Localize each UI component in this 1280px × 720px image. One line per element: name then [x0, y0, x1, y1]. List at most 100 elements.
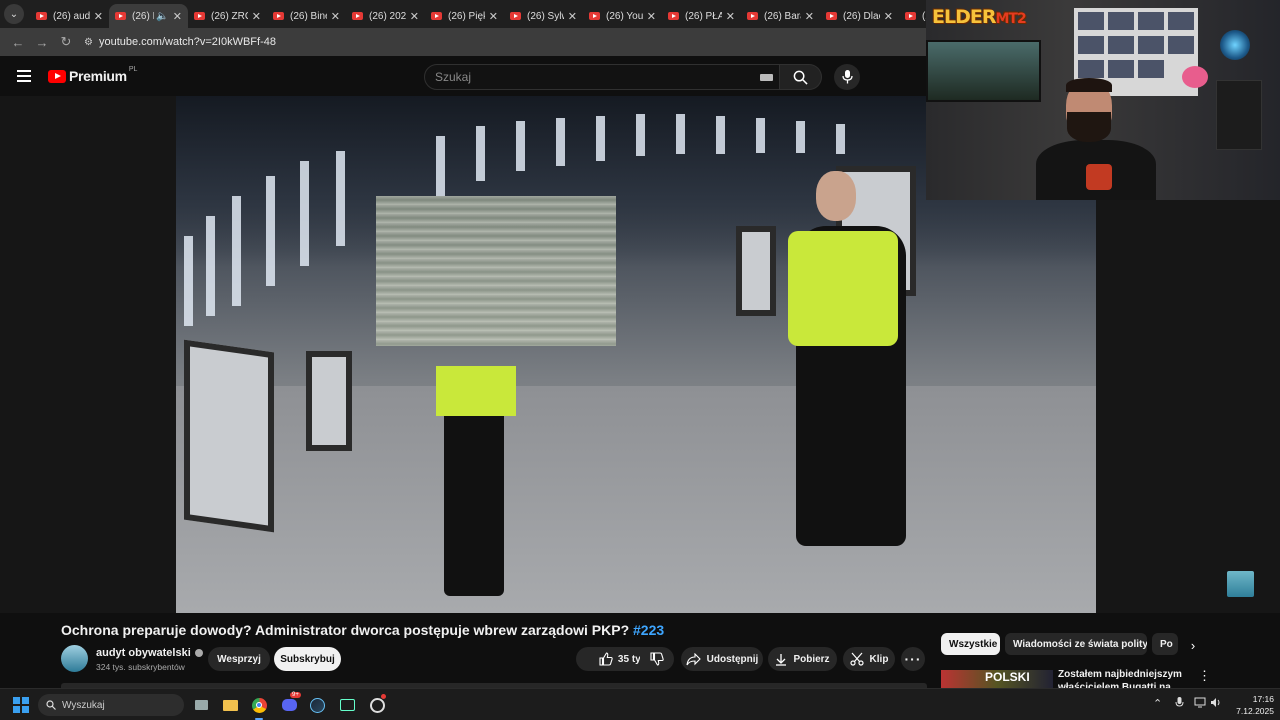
- webcam-lamp: [1220, 30, 1250, 60]
- share-button[interactable]: Udostępnij: [681, 647, 763, 671]
- close-tab-icon[interactable]: ✕: [884, 10, 893, 23]
- site-info-icon[interactable]: ⚙: [84, 37, 93, 48]
- search-icon: [46, 700, 56, 710]
- close-tab-icon[interactable]: ✕: [331, 10, 340, 23]
- close-tab-icon[interactable]: ✕: [252, 10, 261, 23]
- channel-name-row[interactable]: audyt obywatelski: [96, 647, 203, 659]
- verified-icon: [194, 649, 203, 657]
- webcam-person-hair: [1066, 78, 1112, 92]
- video-frame-window: [716, 116, 725, 154]
- browser-tab[interactable]: (26) Bara ✕: [741, 4, 820, 28]
- tab-search-chevron-icon[interactable]: ⌄: [4, 4, 24, 24]
- volume-icon[interactable]: [1210, 697, 1222, 711]
- steam-icon[interactable]: [306, 694, 328, 716]
- obs-icon[interactable]: [366, 694, 388, 716]
- browser-tab[interactable]: (26) PŁA ✕: [662, 4, 741, 28]
- chip-all[interactable]: Wszystkie: [941, 633, 1000, 655]
- video-title-text: Ochrona preparuje dowody? Administrator …: [61, 622, 630, 638]
- address-bar[interactable]: ⚙ youtube.com/watch?v=2I0kWBFf-48: [84, 36, 276, 48]
- file-explorer-icon[interactable]: [219, 694, 241, 716]
- browser-tab[interactable]: (26) Bine ✕: [267, 4, 346, 28]
- youtube-favicon-icon: [826, 12, 837, 20]
- close-tab-icon[interactable]: ✕: [173, 10, 182, 23]
- taskbar-search[interactable]: Wyszukaj: [38, 694, 184, 716]
- webcam-shelf-item: [1078, 60, 1104, 78]
- close-tab-icon[interactable]: ✕: [805, 10, 814, 23]
- download-label: Pobierz: [793, 653, 830, 665]
- webcam-shelf-item: [1168, 12, 1194, 30]
- tab-label: (26) aud: [53, 10, 90, 22]
- close-tab-icon[interactable]: ✕: [647, 10, 656, 23]
- voice-search-button[interactable]: [834, 64, 860, 90]
- video-frame-window: [836, 124, 845, 154]
- chip-politics-news[interactable]: Wiadomości ze świata polityki: [1005, 633, 1147, 655]
- chip-label: Po: [1160, 638, 1173, 650]
- back-arrow-icon[interactable]: ←: [6, 35, 30, 50]
- thumbnail-text: POLSKI: [985, 670, 1030, 684]
- youtube-favicon-icon: [115, 12, 126, 20]
- channel-watermark[interactable]: [1227, 571, 1254, 597]
- recommendation-title[interactable]: Zostałem najbiedniejszym właścicielem Bu…: [1058, 668, 1196, 688]
- browser-tab[interactable]: (26) ZRO ✕: [188, 4, 267, 28]
- clip-button[interactable]: Klip: [843, 647, 895, 671]
- search-button[interactable]: [780, 64, 822, 90]
- webcam-shelf-item: [1078, 12, 1104, 30]
- browser-tab[interactable]: (26) 202 ✕: [346, 4, 425, 28]
- download-button[interactable]: Pobierz: [768, 647, 837, 671]
- system-clock[interactable]: 17:16 7.12.2025: [1224, 693, 1274, 717]
- video-hashtag[interactable]: #223: [633, 622, 664, 638]
- youtube-favicon-icon: [668, 12, 679, 20]
- close-tab-icon[interactable]: ✕: [726, 10, 735, 23]
- chrome-icon[interactable]: [248, 694, 270, 716]
- browser-tab[interactable]: (2✕: [899, 4, 926, 28]
- close-tab-icon[interactable]: ✕: [410, 10, 419, 23]
- speaker-icon[interactable]: 🔈: [156, 11, 168, 22]
- chevron-right-icon[interactable]: ›: [1183, 635, 1203, 655]
- menu-icon[interactable]: [17, 70, 31, 85]
- tab-label: (26) ZRO: [211, 10, 248, 22]
- channel-name[interactable]: audyt obywatelski: [96, 647, 191, 659]
- chevron-up-icon[interactable]: ⌃: [1153, 697, 1162, 710]
- video-frame-person-head: [816, 171, 856, 221]
- tab-label: (26) YouT: [606, 10, 643, 22]
- microphone-tray-icon[interactable]: [1175, 697, 1184, 712]
- reload-icon[interactable]: ↻: [54, 34, 78, 50]
- video-frame-window: [596, 116, 605, 161]
- close-tab-icon[interactable]: ✕: [568, 10, 577, 23]
- video-frame-window: [232, 196, 241, 306]
- subscribe-button[interactable]: Subskrybuj: [274, 647, 341, 671]
- support-label: Wesprzyj: [217, 653, 261, 665]
- discord-icon[interactable]: 9+: [278, 692, 301, 716]
- forward-arrow-icon[interactable]: →: [30, 35, 54, 50]
- windows-taskbar: Wyszukaj 9+ ⌃ 17:16 7.12.2025: [0, 688, 1280, 720]
- logo-region: PL: [128, 65, 138, 73]
- more-vertical-icon[interactable]: ⋮: [1198, 668, 1211, 684]
- chip-partial[interactable]: Po: [1152, 633, 1178, 655]
- close-tab-icon[interactable]: ✕: [94, 10, 103, 23]
- video-frame-kiosk: [184, 339, 274, 533]
- channel-avatar[interactable]: [61, 645, 88, 672]
- support-button[interactable]: Wesprzyj: [208, 647, 270, 671]
- browser-tab-strip: ⌄ (26) aud✕(26) I🔈✕(26) ZRO✕(26) Bine✕(2…: [0, 0, 926, 28]
- keyboard-icon[interactable]: [760, 74, 773, 81]
- browser-tab[interactable]: (26) I 🔈 ✕: [109, 4, 188, 28]
- close-tab-icon[interactable]: ✕: [489, 10, 498, 23]
- search-input[interactable]: [435, 70, 735, 84]
- browser-tab[interactable]: (26) Sylw ✕: [504, 4, 583, 28]
- terminal-icon[interactable]: [336, 694, 358, 716]
- browser-tab[interactable]: (26) aud ✕: [30, 4, 109, 28]
- task-view-icon[interactable]: [190, 694, 212, 716]
- youtube-favicon-icon: [36, 12, 47, 20]
- network-icon[interactable]: [1194, 697, 1206, 711]
- youtube-logo[interactable]: Premium PL: [48, 65, 138, 84]
- video-frame-person-left: [426, 346, 526, 606]
- browser-tab[interactable]: (26) Pięk ✕: [425, 4, 504, 28]
- browser-tab[interactable]: (26) YouT ✕: [583, 4, 662, 28]
- browser-tab[interactable]: (26) Dlac ✕: [820, 4, 899, 28]
- video-frame-window: [206, 216, 215, 316]
- more-actions-button[interactable]: ···: [901, 647, 925, 671]
- recommendation-thumbnail[interactable]: POLSKI: [941, 670, 1053, 688]
- video-title: Ochrona preparuje dowody? Administrator …: [61, 622, 664, 638]
- dislike-button[interactable]: [640, 647, 674, 671]
- windows-start-icon[interactable]: [13, 697, 29, 713]
